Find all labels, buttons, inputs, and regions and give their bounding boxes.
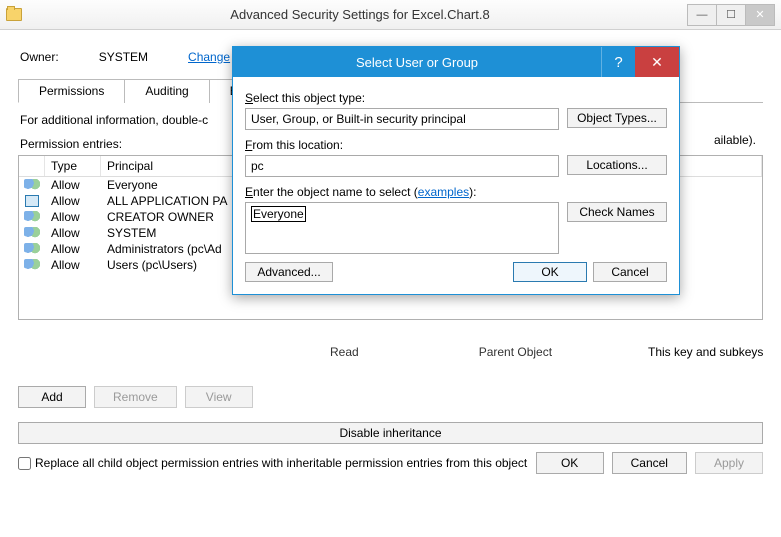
users-icon — [24, 179, 40, 191]
object-type-field: User, Group, or Built-in security princi… — [245, 108, 559, 130]
remove-button: Remove — [94, 386, 177, 408]
enter-name-label: Enter the object name to select (example… — [245, 185, 667, 199]
help-button[interactable]: ? — [601, 47, 635, 77]
change-owner-link[interactable]: Change — [188, 50, 230, 64]
view-button: View — [185, 386, 253, 408]
owner-label: Owner: — [20, 50, 59, 64]
dialog-cancel-button[interactable]: Cancel — [593, 262, 667, 282]
main-titlebar: Advanced Security Settings for Excel.Cha… — [0, 0, 781, 30]
replace-label: Replace all child object permission entr… — [35, 456, 527, 470]
maximize-button[interactable]: ☐ — [716, 4, 746, 26]
dialog-titlebar: Select User or Group ? ✕ — [233, 47, 679, 77]
replace-checkbox[interactable] — [18, 457, 31, 470]
minimize-button[interactable]: — — [687, 4, 717, 26]
col-type[interactable]: Type — [45, 156, 101, 176]
object-type-label: elect this object type: — [253, 91, 365, 105]
main-cancel-button[interactable]: Cancel — [612, 452, 687, 474]
main-apply-button: Apply — [695, 452, 763, 474]
close-button[interactable]: ✕ — [745, 4, 775, 26]
dialog-close-button[interactable]: ✕ — [635, 47, 679, 77]
dialog-ok-button[interactable]: OK — [513, 262, 587, 282]
object-name-input[interactable]: Everyone — [245, 202, 559, 254]
advanced-button[interactable]: Advanced... — [245, 262, 333, 282]
folder-icon — [6, 8, 22, 21]
locations-button[interactable]: Locations... — [567, 155, 667, 175]
location-field: pc — [245, 155, 559, 177]
object-types-button[interactable]: Object Types... — [567, 108, 667, 128]
disable-inheritance-button[interactable]: Disable inheritance — [18, 422, 763, 444]
location-label: rom this location: — [252, 138, 343, 152]
info-text-tail: ailable). — [714, 133, 756, 147]
add-button[interactable]: Add — [18, 386, 86, 408]
window-title: Advanced Security Settings for Excel.Cha… — [32, 7, 688, 22]
row-extra: Read Parent Object — [330, 345, 552, 359]
row-extra-applies: This key and subkeys — [648, 345, 763, 359]
dialog-title: Select User or Group — [233, 55, 601, 70]
users-icon — [24, 243, 40, 255]
owner-value: SYSTEM — [99, 50, 148, 64]
check-names-button[interactable]: Check Names — [567, 202, 667, 222]
users-icon — [24, 227, 40, 239]
users-icon — [24, 259, 40, 271]
tab-permissions[interactable]: Permissions — [18, 79, 125, 103]
examples-link[interactable]: examples — [418, 185, 469, 199]
package-icon — [25, 195, 39, 207]
users-icon — [24, 211, 40, 223]
main-ok-button[interactable]: OK — [536, 452, 604, 474]
tab-auditing[interactable]: Auditing — [124, 79, 209, 103]
select-user-dialog: Select User or Group ? ✕ Select this obj… — [232, 46, 680, 295]
